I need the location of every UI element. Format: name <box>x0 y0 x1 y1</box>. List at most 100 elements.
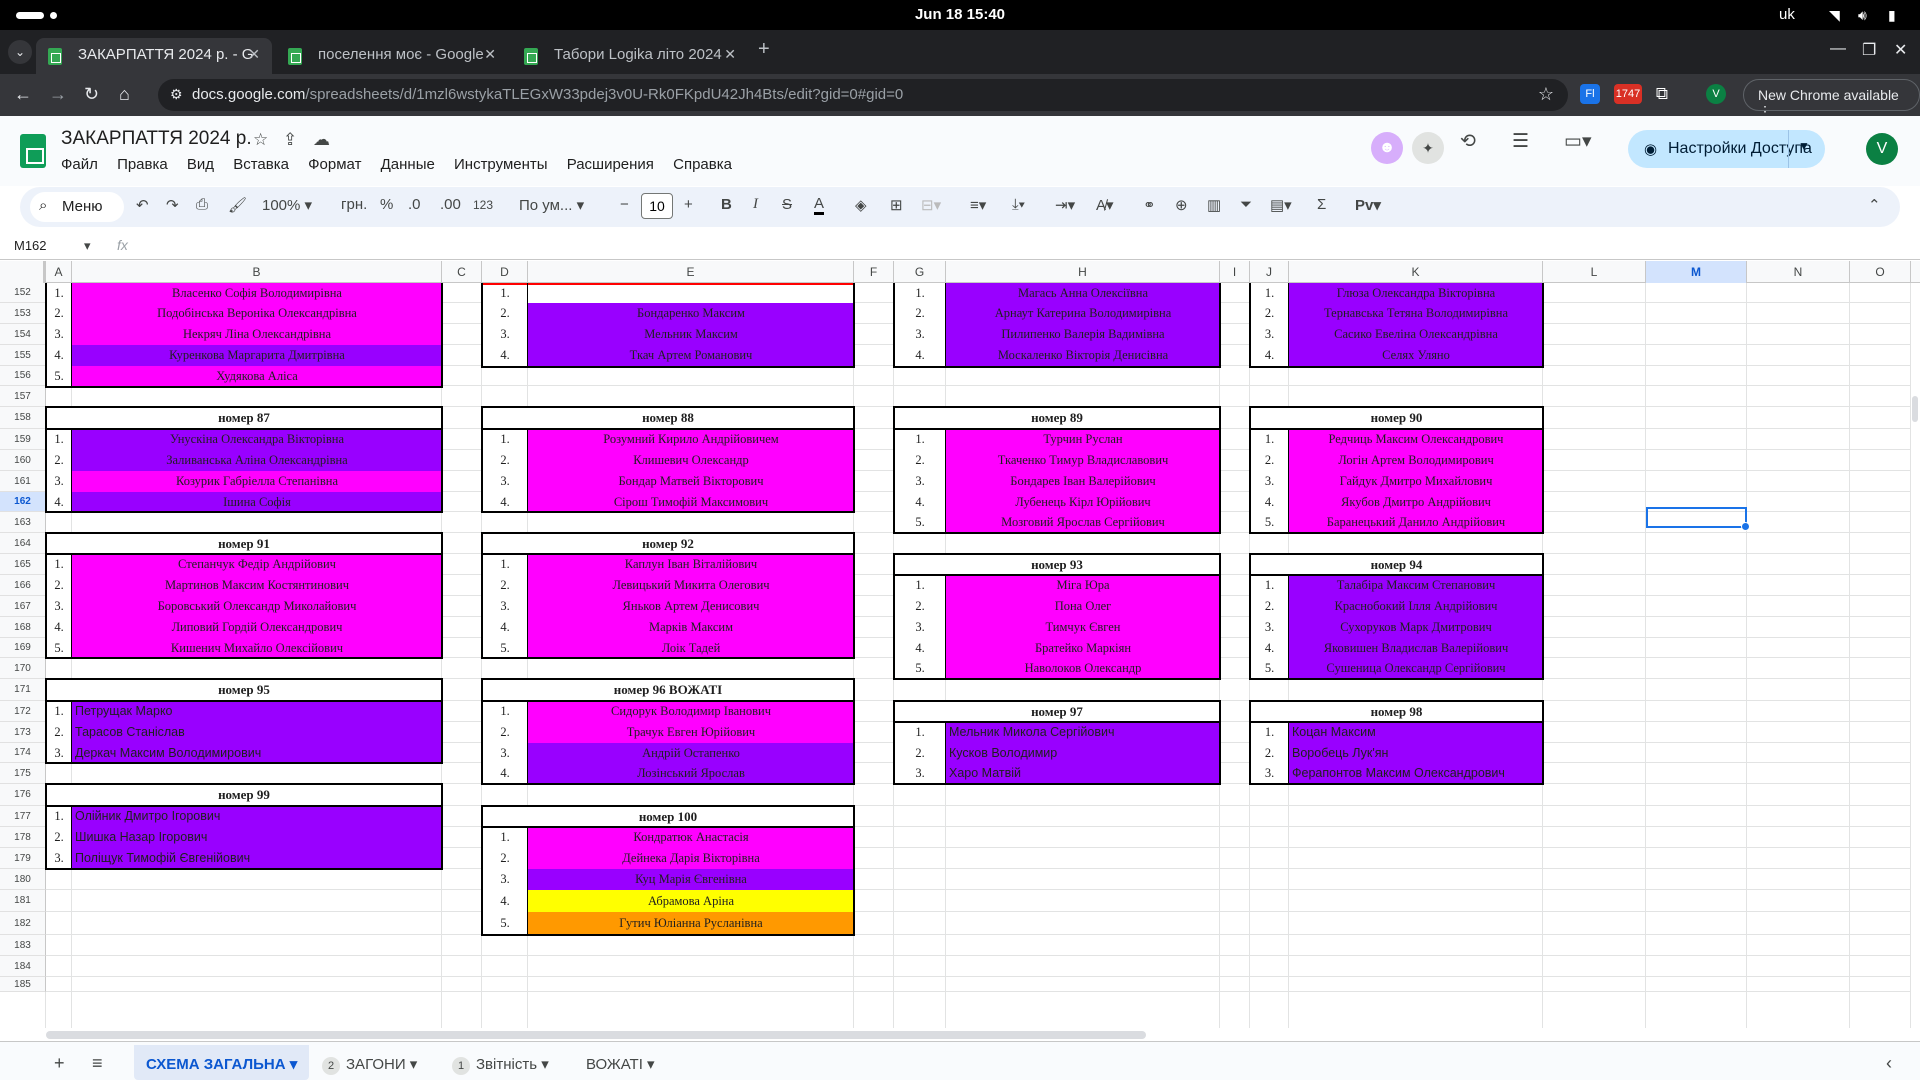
menu-file[interactable]: Файл <box>61 156 98 173</box>
star-icon[interactable]: ☆ <box>253 130 268 150</box>
row-header[interactable]: 159 <box>0 429 46 450</box>
font-family-select[interactable]: По ум... ▾ <box>519 196 584 214</box>
row-header[interactable]: 180 <box>0 869 46 890</box>
column-header-m[interactable]: M <box>1646 261 1747 283</box>
column-header-e[interactable]: E <box>528 261 854 283</box>
menu-extensions[interactable]: Расширения <box>567 156 654 173</box>
row-header[interactable]: 175 <box>0 763 46 784</box>
row-header[interactable]: 156 <box>0 366 46 386</box>
row-header[interactable]: 182 <box>0 912 46 935</box>
vertical-scrollbar[interactable] <box>1911 283 1920 1028</box>
close-tab-icon[interactable]: ✕ <box>484 46 496 63</box>
site-info-icon[interactable]: ⚙ <box>170 86 183 103</box>
menu-insert[interactable]: Вставка <box>233 156 289 173</box>
row-header[interactable]: 183 <box>0 935 46 956</box>
all-sheets-icon[interactable]: ≡ <box>92 1053 103 1074</box>
sheet-tab[interactable]: ВОЖАТІ ▾ <box>574 1045 667 1080</box>
reload-icon[interactable]: ↻ <box>84 84 99 105</box>
functions-icon[interactable]: Σ <box>1317 196 1326 213</box>
share-button[interactable]: ◉ Настройки Доступа ▼ <box>1628 130 1825 168</box>
row-header[interactable]: 163 <box>0 512 46 533</box>
row-header[interactable]: 181 <box>0 890 46 912</box>
row-header[interactable]: 177 <box>0 806 46 827</box>
column-header-j[interactable]: J <box>1250 261 1289 283</box>
column-header-i[interactable]: I <box>1220 261 1250 283</box>
row-header[interactable]: 166 <box>0 575 46 596</box>
menu-help[interactable]: Справка <box>673 156 732 173</box>
row-header[interactable]: 184 <box>0 956 46 977</box>
name-box[interactable]: M162 <box>14 238 47 253</box>
insert-chart-icon[interactable]: ▥ <box>1207 196 1221 214</box>
increase-font-size-icon[interactable]: + <box>684 196 693 213</box>
version-history-icon[interactable]: ⟲ <box>1460 130 1476 153</box>
menu-data[interactable]: Данные <box>381 156 435 173</box>
insert-comment-icon[interactable]: ⊕ <box>1175 196 1188 214</box>
increase-decimal-button[interactable]: .00 <box>440 196 461 213</box>
column-header-a[interactable]: A <box>46 261 72 283</box>
row-header[interactable]: 157 <box>0 386 46 407</box>
row-header[interactable]: 178 <box>0 827 46 848</box>
back-icon[interactable]: ← <box>14 84 32 105</box>
extension-badge-icon[interactable]: 1747 <box>1614 84 1642 104</box>
row-header[interactable]: 172 <box>0 701 46 722</box>
browser-tab-active[interactable]: ЗАКАРПАТТЯ 2024 р. - G ✕ <box>36 38 272 74</box>
redo-icon[interactable]: ↷ <box>166 196 179 214</box>
collapse-toolbar-icon[interactable]: ⌃ <box>1868 196 1881 214</box>
row-header[interactable]: 185 <box>0 977 46 992</box>
column-header-d[interactable]: D <box>482 261 528 283</box>
undo-icon[interactable]: ↶ <box>136 196 149 214</box>
row-header[interactable]: 167 <box>0 596 46 617</box>
align-horizontal-icon[interactable]: ≡▾ <box>970 196 986 214</box>
column-header-k[interactable]: K <box>1289 261 1543 283</box>
home-icon[interactable]: ⌂ <box>119 84 130 105</box>
minimize-icon[interactable]: — <box>1830 40 1846 58</box>
close-tab-icon[interactable]: ✕ <box>724 46 736 63</box>
doc-title[interactable]: ЗАКАРПАТТЯ 2024 р. <box>61 128 252 150</box>
collapse-sheets-icon[interactable]: ‹ <box>1886 1053 1892 1074</box>
menu-tools[interactable]: Инструменты <box>454 156 548 173</box>
close-tab-icon[interactable]: ✕ <box>248 46 260 63</box>
forward-icon[interactable]: → <box>49 84 67 105</box>
row-header[interactable]: 152 <box>0 283 46 303</box>
row-header[interactable]: 173 <box>0 722 46 743</box>
column-header-h[interactable]: H <box>946 261 1220 283</box>
battery-icon[interactable]: ▮ <box>1888 7 1896 24</box>
row-header[interactable]: 174 <box>0 743 46 763</box>
menu-search-input[interactable]: ⌕ Меню <box>30 192 124 222</box>
merge-cells-icon[interactable]: ⊟▾ <box>921 196 941 214</box>
decrease-font-size-icon[interactable]: − <box>620 196 629 213</box>
text-wrap-icon[interactable]: ⇥▾ <box>1055 196 1075 214</box>
filter-icon[interactable]: ⏷ <box>1240 196 1252 213</box>
text-color-icon[interactable]: A <box>814 196 825 215</box>
row-header[interactable]: 168 <box>0 617 46 638</box>
name-box-dropdown-icon[interactable]: ▾ <box>84 238 91 254</box>
menu-view[interactable]: Вид <box>187 156 214 173</box>
column-header-o[interactable]: O <box>1850 261 1911 283</box>
row-header[interactable]: 162 <box>0 492 46 512</box>
italic-icon[interactable]: I <box>753 196 758 213</box>
keyboard-layout[interactable]: uk <box>1779 6 1795 23</box>
new-chrome-available-button[interactable]: New Chrome available ⋮ <box>1743 79 1920 119</box>
comments-icon[interactable]: ☰ <box>1512 130 1529 153</box>
borders-icon[interactable]: ⊞ <box>890 196 903 214</box>
row-header[interactable]: 155 <box>0 345 46 366</box>
row-header[interactable]: 153 <box>0 303 46 324</box>
column-header-n[interactable]: N <box>1747 261 1850 283</box>
row-header[interactable]: 171 <box>0 679 46 701</box>
filter-views-icon[interactable]: ▤▾ <box>1270 196 1292 214</box>
row-header[interactable]: 154 <box>0 324 46 345</box>
move-folder-icon[interactable]: ⇪ <box>283 130 297 150</box>
row-header[interactable]: 176 <box>0 784 46 806</box>
bookmark-star-icon[interactable]: ☆ <box>1538 84 1554 105</box>
more-formats-button[interactable]: 123 <box>473 198 493 212</box>
add-sheet-icon[interactable]: + <box>54 1053 65 1074</box>
sheet-grid[interactable]: 152 153 154 155 156 157 158 159 160 161 162 163 164 1… <box>0 283 1911 1028</box>
selected-cell[interactable] <box>1646 507 1750 531</box>
sheet-tab-active[interactable]: СХЕМА ЗАГАЛЬНА ▾ <box>134 1045 310 1080</box>
user-avatar[interactable]: V <box>1866 133 1898 165</box>
row-header[interactable]: 158 <box>0 407 46 429</box>
paint-format-icon[interactable]: 🖌︎ <box>228 196 247 214</box>
wifi-icon[interactable]: ◥ <box>1829 7 1840 24</box>
row-header[interactable]: 169 <box>0 638 46 658</box>
print-icon[interactable]: ⎙ <box>196 196 208 213</box>
